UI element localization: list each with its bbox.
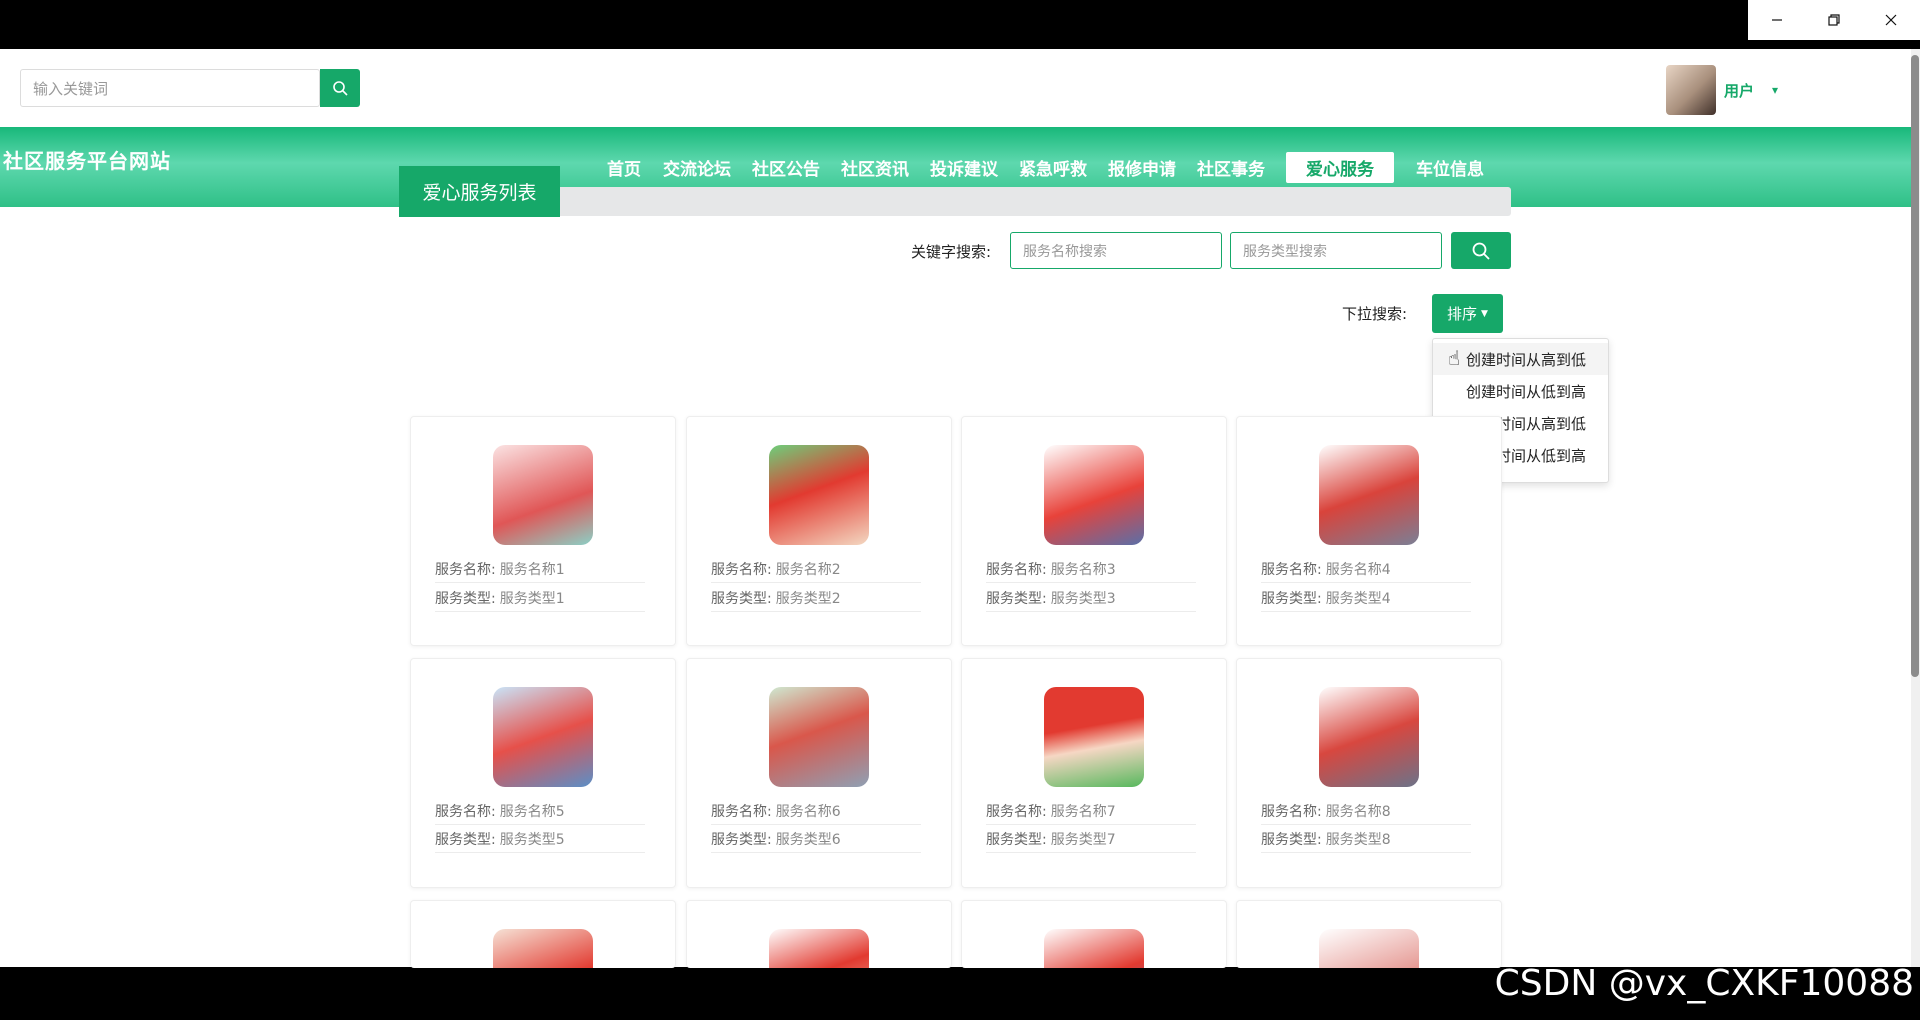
service-name-placeholder: 服务名称搜索 [1023, 243, 1107, 260]
service-type-row: 服务类型: 服务类型7 [986, 825, 1196, 853]
service-image [493, 687, 593, 787]
search-icon [1472, 242, 1490, 260]
top-bar: 输入关键词 用户 ▾ [0, 49, 1920, 127]
minimize-button[interactable] [1748, 0, 1805, 40]
service-name-row: 服务名称: 服务名称7 [986, 797, 1196, 825]
dropdown-search-label: 下拉搜索: [1342, 305, 1408, 323]
search-icon [333, 81, 348, 96]
close-button[interactable] [1862, 0, 1919, 40]
service-card[interactable] [686, 900, 952, 968]
service-name-row: 服务名称: 服务名称3 [986, 555, 1196, 583]
keyword-search-label: 关键字搜索: [911, 243, 992, 261]
sort-label: 排序 [1447, 305, 1478, 323]
service-image [1044, 445, 1144, 545]
service-image [1319, 929, 1419, 968]
window-controls [1748, 0, 1920, 40]
service-card[interactable]: 服务名称: 服务名称4 服务类型: 服务类型4 [1236, 416, 1502, 646]
sort-dropdown-button[interactable]: 排序 ▼ [1432, 294, 1503, 333]
watermark: CSDN @vx_CXKF10088 [1494, 963, 1914, 1004]
service-image [1044, 687, 1144, 787]
service-name-row: 服务名称: 服务名称8 [1261, 797, 1471, 825]
search-placeholder: 输入关键词 [33, 79, 109, 98]
service-name-row: 服务名称: 服务名称1 [435, 555, 645, 583]
service-type-row: 服务类型: 服务类型5 [435, 825, 645, 853]
service-image [769, 687, 869, 787]
service-type-row: 服务类型: 服务类型2 [711, 584, 921, 612]
close-icon [1885, 14, 1896, 26]
service-card[interactable]: 服务名称: 服务名称6 服务类型: 服务类型6 [686, 658, 952, 888]
keyword-search-input[interactable]: 输入关键词 [20, 69, 320, 107]
service-card[interactable] [961, 900, 1227, 968]
app-window: 输入关键词 用户 ▾ 社区服务平台网站 首页 交流论坛 社区公告 社区资讯 投诉… [0, 0, 1920, 1020]
service-card[interactable]: 服务名称: 服务名称2 服务类型: 服务类型2 [686, 416, 952, 646]
title-bar-divider [560, 187, 1511, 216]
service-name-row: 服务名称: 服务名称2 [711, 555, 921, 583]
page-title: 爱心服务列表 [399, 166, 560, 217]
service-card[interactable] [1236, 900, 1502, 968]
service-image [493, 929, 593, 968]
chevron-down-icon: ▾ [1772, 83, 1779, 97]
user-menu[interactable]: 用户 ▾ [1666, 64, 1778, 116]
service-name-row: 服务名称: 服务名称6 [711, 797, 921, 825]
service-card[interactable]: 服务名称: 服务名称3 服务类型: 服务类型3 [961, 416, 1227, 646]
service-card[interactable]: 服务名称: 服务名称5 服务类型: 服务类型5 [410, 658, 676, 888]
service-card[interactable]: 服务名称: 服务名称7 服务类型: 服务类型7 [961, 658, 1227, 888]
restore-icon [1827, 14, 1840, 26]
service-image [493, 445, 593, 545]
service-type-row: 服务类型: 服务类型8 [1261, 825, 1471, 853]
site-brand: 社区服务平台网站 [3, 149, 171, 173]
search-button[interactable] [320, 69, 360, 107]
service-card[interactable]: 服务名称: 服务名称1 服务类型: 服务类型1 [410, 416, 676, 646]
service-card[interactable] [410, 900, 676, 968]
service-type-row: 服务类型: 服务类型3 [986, 584, 1196, 612]
avatar [1666, 65, 1716, 115]
service-type-row: 服务类型: 服务类型6 [711, 825, 921, 853]
service-card[interactable]: 服务名称: 服务名称8 服务类型: 服务类型8 [1236, 658, 1502, 888]
service-type-placeholder: 服务类型搜索 [1243, 243, 1327, 260]
service-image [1319, 445, 1419, 545]
hand-cursor-icon: ☝ [1448, 346, 1461, 370]
caret-down-icon: ▼ [1481, 308, 1488, 319]
scrollbar-thumb[interactable] [1911, 55, 1919, 677]
restore-button[interactable] [1805, 0, 1862, 40]
service-type-row: 服务类型: 服务类型1 [435, 584, 645, 612]
user-name: 用户 [1724, 81, 1755, 100]
service-name-row: 服务名称: 服务名称5 [435, 797, 645, 825]
service-image [769, 445, 869, 545]
service-name-search-input[interactable]: 服务名称搜索 [1010, 232, 1222, 269]
minimize-icon [1771, 19, 1782, 21]
service-type-search-input[interactable]: 服务类型搜索 [1230, 232, 1442, 269]
service-image [1044, 929, 1144, 968]
service-type-row: 服务类型: 服务类型4 [1261, 584, 1471, 612]
service-image [1319, 687, 1419, 787]
service-image [769, 929, 869, 968]
window-titlebar [0, 0, 1920, 49]
sort-option-created-asc[interactable]: 创建时间从低到高 [1433, 375, 1608, 407]
service-name-row: 服务名称: 服务名称4 [1261, 555, 1471, 583]
list-header: 爱心服务列表 [399, 166, 1511, 217]
list-search-button[interactable] [1451, 232, 1511, 269]
